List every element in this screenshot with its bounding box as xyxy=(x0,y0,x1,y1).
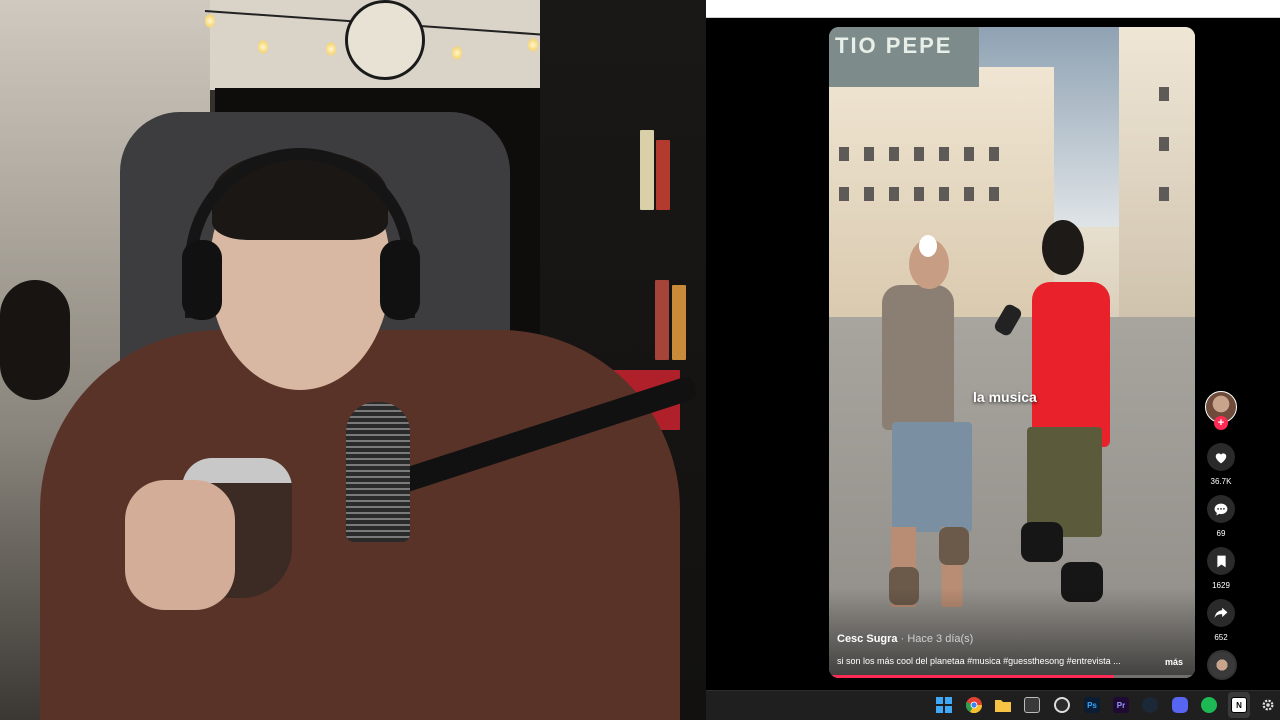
light-bulb xyxy=(258,40,268,54)
photoshop-icon[interactable]: Ps xyxy=(1084,697,1100,713)
author-name[interactable]: Cesc Sugra xyxy=(837,633,898,645)
window xyxy=(939,187,949,201)
like-count: 36.7K xyxy=(1210,477,1232,486)
share-button[interactable] xyxy=(1207,599,1235,627)
shoe xyxy=(939,527,969,565)
separator: · xyxy=(897,633,908,645)
discord-icon[interactable] xyxy=(1172,697,1188,713)
window xyxy=(964,147,974,161)
headphone-cup xyxy=(380,240,420,320)
snipping-tool-icon[interactable] xyxy=(1024,697,1040,713)
screen: TIO PEPE la musica Cesc Sugra · Hace 3 d… xyxy=(0,0,1280,720)
more-link[interactable]: más xyxy=(1165,657,1183,667)
light-bulb xyxy=(326,42,336,56)
building xyxy=(1119,27,1195,317)
window xyxy=(889,187,899,201)
interviewee-shirt xyxy=(1032,282,1110,447)
light-bulb xyxy=(205,14,215,28)
window xyxy=(989,147,999,161)
light-bulb xyxy=(528,38,538,52)
steam-icon[interactable] xyxy=(1142,697,1158,713)
windows-icon[interactable] xyxy=(936,697,952,713)
window xyxy=(914,187,924,201)
browser-top-bar xyxy=(706,0,1280,18)
window xyxy=(964,187,974,201)
chrome-icon[interactable] xyxy=(966,697,982,713)
video-progress-fill xyxy=(829,675,1115,678)
music-disc-icon[interactable] xyxy=(1207,650,1237,680)
like-button[interactable] xyxy=(1207,443,1235,471)
window xyxy=(839,187,849,201)
interviewee-head xyxy=(1042,220,1084,275)
follow-button[interactable]: + xyxy=(1214,416,1228,430)
share-icon xyxy=(1214,607,1228,619)
obs-icon[interactable] xyxy=(1054,697,1070,713)
window xyxy=(889,147,899,161)
window xyxy=(864,147,874,161)
window xyxy=(839,147,849,161)
video-description: si son los más cool del planetaa #musica… xyxy=(837,656,1121,666)
comment-count: 69 xyxy=(1216,529,1226,538)
interviewer-shorts xyxy=(892,422,972,532)
interviewee-shorts xyxy=(1027,427,1102,537)
window xyxy=(914,147,924,161)
guitar xyxy=(0,280,70,400)
save-count: 1629 xyxy=(1212,581,1230,590)
posted-time: Hace 3 día(s) xyxy=(907,633,974,645)
book xyxy=(640,130,654,210)
comment-button[interactable] xyxy=(1207,495,1235,523)
webcam-feed xyxy=(0,0,706,720)
microphone-icon xyxy=(346,402,410,542)
save-button[interactable] xyxy=(1207,547,1235,575)
file-explorer-icon[interactable] xyxy=(995,697,1011,713)
comment-icon xyxy=(1214,503,1228,515)
bookmark-icon xyxy=(1216,555,1226,567)
book xyxy=(672,285,686,360)
taskbar xyxy=(706,690,1280,720)
share-count: 652 xyxy=(1214,633,1228,642)
video-caption-overlay: la musica xyxy=(973,389,1037,405)
light-bulb xyxy=(452,46,462,60)
window xyxy=(939,147,949,161)
window xyxy=(989,187,999,201)
settings-icon[interactable] xyxy=(1260,697,1276,713)
tiktok-video[interactable]: TIO PEPE la musica Cesc Sugra · Hace 3 d… xyxy=(829,27,1195,678)
window xyxy=(1159,87,1169,101)
window xyxy=(864,187,874,201)
rooftop-sign: TIO PEPE xyxy=(829,27,979,87)
video-author-line: Cesc Sugra · Hace 3 día(s) xyxy=(837,633,973,645)
video-progress-bar[interactable] xyxy=(829,675,1195,678)
window xyxy=(1159,137,1169,151)
book xyxy=(656,140,670,210)
book xyxy=(655,280,669,360)
notion-icon[interactable]: N xyxy=(1231,697,1247,713)
hat-decoration xyxy=(345,0,425,80)
white-headphones-icon xyxy=(919,235,937,257)
headphone-cup xyxy=(182,240,222,320)
heart-icon xyxy=(1215,452,1227,463)
premiere-icon[interactable]: Pr xyxy=(1113,697,1129,713)
hand xyxy=(125,480,235,610)
window xyxy=(1159,187,1169,201)
interviewer-shirt xyxy=(882,285,954,430)
shoe xyxy=(1021,522,1063,562)
spotify-icon[interactable] xyxy=(1201,697,1217,713)
